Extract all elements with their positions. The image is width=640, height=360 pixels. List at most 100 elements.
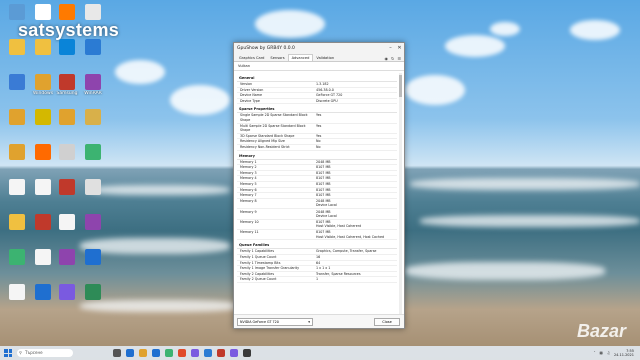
app-icon [85, 39, 101, 55]
app-icon [35, 109, 51, 125]
property-value: 1.3.182 [316, 82, 329, 86]
app-icon [85, 4, 101, 20]
minimize-icon[interactable]: – [386, 45, 395, 51]
desktop-icon[interactable] [80, 249, 106, 266]
taskbar-app-icon[interactable] [139, 349, 147, 357]
title-bar[interactable]: GpuShow by GRB4Y 0.0.0 – ✕ [234, 43, 404, 53]
taskbar-app-icon[interactable] [191, 349, 199, 357]
desktop-icon[interactable] [80, 284, 106, 301]
desktop-icon[interactable] [4, 179, 30, 196]
property-value: 1 x 1 x 1 [316, 266, 331, 271]
scrollbar-thumb[interactable] [399, 75, 402, 97]
desktop-icon[interactable] [80, 214, 106, 231]
tab-validation[interactable]: Validation [313, 55, 337, 61]
start-button[interactable] [4, 349, 12, 357]
desktop-icon[interactable] [54, 109, 80, 126]
chevron-down-icon: ▾ [308, 319, 310, 324]
desktop-icon[interactable] [54, 284, 80, 301]
desktop-icon[interactable] [4, 39, 30, 56]
properties-list[interactable]: General Version 1.3.182 Driver Version 456.3… [237, 73, 397, 314]
app-icon [59, 249, 75, 265]
tab-advanced[interactable]: Advanced [287, 54, 314, 61]
desktop-icon[interactable] [80, 179, 106, 196]
property-value: 8107 MB Host Visible, Host Coherent, Hos… [316, 230, 385, 239]
sea-foam [80, 300, 240, 312]
desktop-icon[interactable] [80, 4, 106, 21]
taskbar-app-icon[interactable] [113, 349, 121, 357]
close-button[interactable]: Close [374, 317, 400, 326]
desktop-icon[interactable] [30, 109, 56, 126]
section-header: Memory [237, 153, 397, 160]
property-value: 8107 MB [316, 193, 331, 198]
app-icon [59, 109, 75, 125]
desktop-icon[interactable] [54, 144, 80, 161]
property-key: 3D Sparse Standard Block Shape [240, 133, 295, 138]
camera-icon[interactable]: ◉ [385, 56, 389, 61]
taskbar-app-icon[interactable] [217, 349, 225, 357]
tab-graphics-card[interactable]: Graphics Card [236, 55, 267, 61]
cloud [445, 35, 505, 57]
desktop-icon[interactable] [54, 39, 80, 56]
desktop-icon[interactable] [80, 39, 106, 56]
desktop-icon[interactable] [30, 4, 56, 21]
device-select[interactable]: NVIDIA GeForce GT 720 ▾ [237, 317, 313, 326]
chevron-up-icon[interactable]: ˆ [594, 351, 596, 355]
desktop-icon[interactable] [54, 214, 80, 231]
desktop-icon[interactable] [30, 249, 56, 266]
property-row: Multi Sample 2D Sparse Standard Block Sh… [237, 124, 397, 134]
clock[interactable]: 7:55 24.11.2021 [614, 349, 634, 357]
property-value: Discrete GPU [316, 98, 338, 103]
desktop-icon[interactable] [4, 249, 30, 266]
property-key: Driver Version [240, 87, 264, 92]
app-icon [9, 109, 25, 125]
desktop-icon-label: Windows [32, 91, 54, 96]
desktop-icon[interactable] [4, 214, 30, 231]
taskbar-app-icon[interactable] [230, 349, 238, 357]
taskbar-app-icon[interactable] [152, 349, 160, 357]
app-icon [35, 39, 51, 55]
refresh-icon[interactable]: ↻ [391, 56, 394, 61]
property-value: 8107 MB [316, 176, 331, 181]
taskbar-app-icon[interactable] [243, 349, 251, 357]
app-icon [85, 249, 101, 265]
desktop-icon[interactable] [4, 284, 30, 301]
taskbar-app-icon[interactable] [204, 349, 212, 357]
desktop-icon[interactable] [30, 214, 56, 231]
cloud [490, 22, 520, 36]
desktop-icon[interactable]: Samsung [54, 74, 80, 96]
property-key: Device Type [240, 98, 260, 103]
property-value: 8107 MB [316, 170, 331, 175]
desktop-icon[interactable] [30, 144, 56, 161]
property-key: Memory 8 [240, 199, 257, 204]
close-icon[interactable]: ✕ [395, 45, 404, 51]
desktop-icon[interactable] [54, 249, 80, 266]
app-icon [9, 179, 25, 195]
desktop-icon[interactable] [80, 144, 106, 161]
scrollbar[interactable] [399, 73, 402, 314]
desktop-icon[interactable] [30, 179, 56, 196]
network-icon[interactable]: ▩ [600, 351, 603, 355]
taskbar-app-icon[interactable] [126, 349, 134, 357]
menu-icon[interactable]: ☰ [397, 56, 401, 61]
cloud [570, 20, 620, 40]
desktop-icon[interactable]: WinRAR [80, 74, 106, 96]
desktop-icon[interactable] [54, 179, 80, 196]
desktop-icon[interactable] [30, 284, 56, 301]
property-value: No [316, 139, 321, 144]
desktop-icon[interactable]: Windows [30, 74, 56, 96]
volume-icon[interactable]: ♫ [607, 351, 610, 355]
taskbar-app-icon[interactable] [165, 349, 173, 357]
tab-sensors[interactable]: Sensors [267, 55, 287, 61]
desktop-icon[interactable] [4, 144, 30, 161]
desktop-icon[interactable] [4, 4, 30, 21]
app-icon [59, 74, 75, 90]
property-key: Family 1 Image Transfer Granularity [240, 266, 300, 271]
desktop-icon[interactable] [4, 109, 30, 126]
search-box[interactable]: ⚲ Търсене [17, 349, 73, 357]
desktop-icon[interactable] [54, 4, 80, 21]
desktop-icon[interactable] [30, 39, 56, 56]
watermark: satsystems [18, 20, 120, 40]
desktop-icon[interactable] [80, 109, 106, 126]
taskbar-app-icon[interactable] [178, 349, 186, 357]
desktop-icon[interactable] [4, 74, 30, 91]
